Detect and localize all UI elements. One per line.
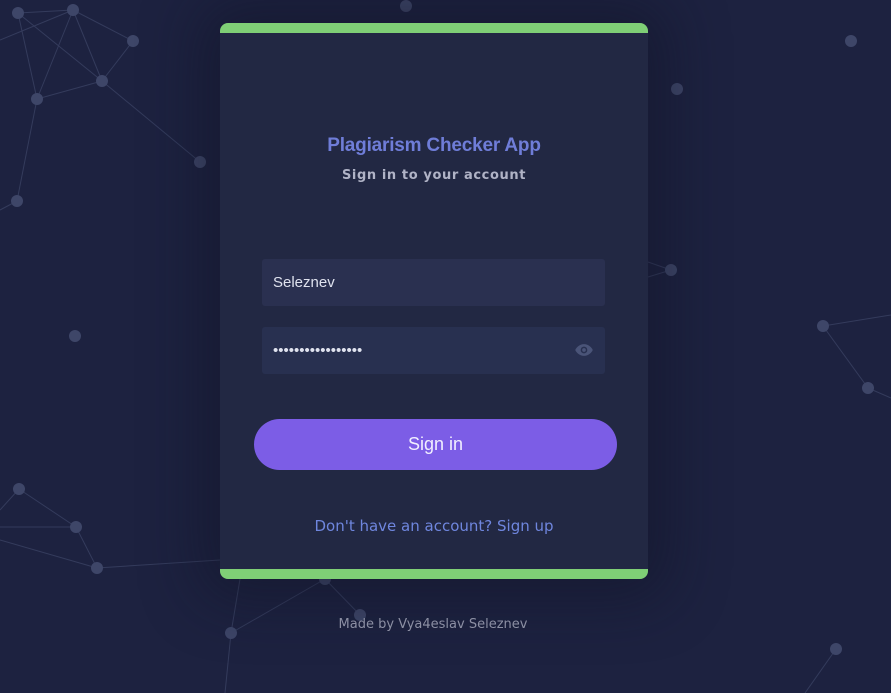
sign-in-subtitle: Sign in to your account <box>341 168 527 183</box>
password-field[interactable] <box>262 327 605 374</box>
login-card: Plagiarism Checker App Sign in to your a… <box>220 23 648 579</box>
app-title: Plagiarism Checker App <box>327 135 541 156</box>
sign-up-link[interactable]: Don't have an account? Sign up <box>220 517 648 535</box>
sign-in-button[interactable]: Sign in <box>254 419 617 470</box>
card-top-accent-bar <box>220 23 648 33</box>
password-input[interactable] <box>262 327 573 374</box>
username-field[interactable] <box>262 259 605 306</box>
eye-icon[interactable] <box>574 340 594 360</box>
card-bottom-accent-bar <box>220 569 648 579</box>
username-input[interactable] <box>262 259 573 306</box>
footer-credit: Made by Vya4eslav Seleznev <box>338 617 528 632</box>
